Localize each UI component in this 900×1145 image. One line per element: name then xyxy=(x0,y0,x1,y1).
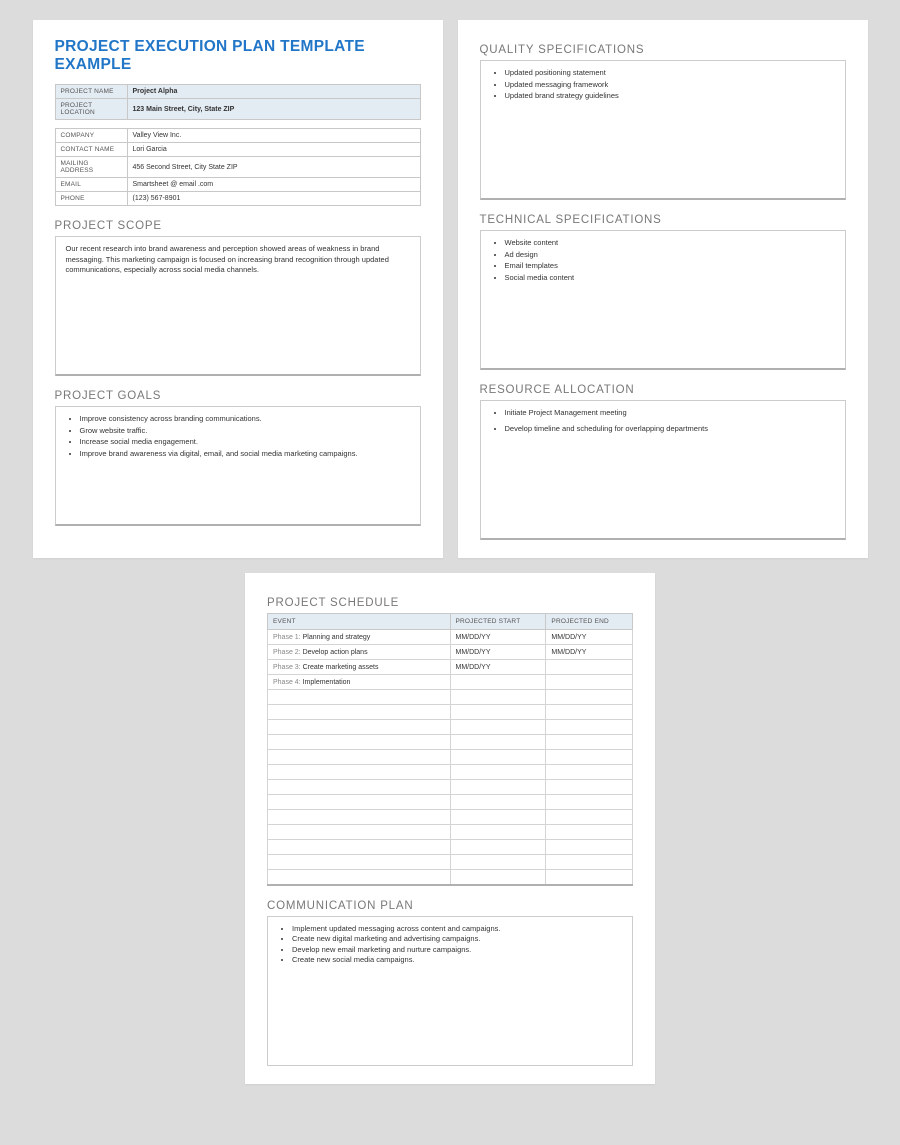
scope-box: Our recent research into brand awareness… xyxy=(55,236,421,376)
quality-heading: QUALITY SPECIFICATIONS xyxy=(480,44,846,56)
schedule-row-empty xyxy=(268,765,633,780)
tech-item: Website content xyxy=(505,238,835,249)
schedule-col-event: EVENT xyxy=(268,614,451,630)
technical-heading: TECHNICAL SPECIFICATIONS xyxy=(480,214,846,226)
communication-heading: COMMUNICATION PLAN xyxy=(267,900,633,912)
schedule-row-empty xyxy=(268,705,633,720)
schedule-col-start: PROJECTED START xyxy=(450,614,546,630)
goal-item: Improve brand awareness via digital, ema… xyxy=(80,449,410,460)
schedule-row-empty xyxy=(268,735,633,750)
scope-text: Our recent research into brand awareness… xyxy=(66,244,389,274)
tech-item: Social media content xyxy=(505,273,835,284)
schedule-row-empty xyxy=(268,855,633,870)
project-location-value: 123 Main Street, City, State ZIP xyxy=(127,99,420,120)
communication-box: Implement updated messaging across conte… xyxy=(267,916,633,1066)
quality-item: Updated brand strategy guidelines xyxy=(505,91,835,102)
phone-label: PHONE xyxy=(55,192,127,206)
schedule-row: Phase 1: Planning and strategy MM/DD/YY … xyxy=(268,630,633,645)
schedule-row-empty xyxy=(268,690,633,705)
quality-item: Updated messaging framework xyxy=(505,80,835,91)
goals-heading: PROJECT GOALS xyxy=(55,390,421,402)
mailing-label: MAILING ADDRESS xyxy=(55,157,127,178)
resource-item: Develop timeline and scheduling for over… xyxy=(505,424,835,435)
mailing-value: 456 Second Street, City State ZIP xyxy=(127,157,420,178)
project-name-label: PROJECT NAME xyxy=(55,85,127,99)
company-label: COMPANY xyxy=(55,129,127,143)
goal-item: Increase social media engagement. xyxy=(80,437,410,448)
schedule-heading: PROJECT SCHEDULE xyxy=(267,597,633,609)
goal-item: Improve consistency across branding comm… xyxy=(80,414,410,425)
schedule-table: EVENT PROJECTED START PROJECTED END Phas… xyxy=(267,613,633,886)
goal-item: Grow website traffic. xyxy=(80,426,410,437)
resource-box: Initiate Project Management meeting Deve… xyxy=(480,400,846,540)
contact-table: COMPANYValley View Inc. CONTACT NAMELori… xyxy=(55,128,421,206)
goals-box: Improve consistency across branding comm… xyxy=(55,406,421,526)
scope-heading: PROJECT SCOPE xyxy=(55,220,421,232)
project-name-value: Project Alpha xyxy=(127,85,420,99)
comm-item: Create new social media campaigns. xyxy=(292,955,622,966)
contact-name-value: Lori Garcia xyxy=(127,143,420,157)
page-2: QUALITY SPECIFICATIONS Updated positioni… xyxy=(458,20,868,558)
quality-item: Updated positioning statement xyxy=(505,68,835,79)
resource-item: Initiate Project Management meeting xyxy=(505,408,835,419)
technical-box: Website content Ad design Email template… xyxy=(480,230,846,370)
comm-item: Implement updated messaging across conte… xyxy=(292,924,622,935)
resource-heading: RESOURCE ALLOCATION xyxy=(480,384,846,396)
schedule-row-empty xyxy=(268,825,633,840)
schedule-row-empty xyxy=(268,795,633,810)
phone-value: (123) 567-8901 xyxy=(127,192,420,206)
email-value: Smartsheet @ email .com xyxy=(127,178,420,192)
schedule-row: Phase 3: Create marketing assets MM/DD/Y… xyxy=(268,660,633,675)
page-3: PROJECT SCHEDULE EVENT PROJECTED START P… xyxy=(245,573,655,1084)
tech-item: Ad design xyxy=(505,250,835,261)
tech-item: Email templates xyxy=(505,261,835,272)
schedule-row-empty xyxy=(268,810,633,825)
comm-item: Develop new email marketing and nurture … xyxy=(292,945,622,956)
contact-name-label: CONTACT NAME xyxy=(55,143,127,157)
schedule-row-empty xyxy=(268,840,633,855)
schedule-row-empty xyxy=(268,720,633,735)
company-value: Valley View Inc. xyxy=(127,129,420,143)
schedule-col-end: PROJECTED END xyxy=(546,614,633,630)
document-title: PROJECT EXECUTION PLAN TEMPLATE EXAMPLE xyxy=(55,38,421,74)
quality-box: Updated positioning statement Updated me… xyxy=(480,60,846,200)
project-header-table: PROJECT NAME Project Alpha PROJECT LOCAT… xyxy=(55,84,421,120)
email-label: EMAIL xyxy=(55,178,127,192)
page-1: PROJECT EXECUTION PLAN TEMPLATE EXAMPLE … xyxy=(33,20,443,558)
schedule-row: Phase 4: Implementation xyxy=(268,675,633,690)
schedule-row: Phase 2: Develop action plans MM/DD/YY M… xyxy=(268,645,633,660)
comm-item: Create new digital marketing and adverti… xyxy=(292,934,622,945)
schedule-row-empty xyxy=(268,780,633,795)
schedule-row-empty xyxy=(268,750,633,765)
project-location-label: PROJECT LOCATION xyxy=(55,99,127,120)
schedule-row-empty xyxy=(268,870,633,885)
